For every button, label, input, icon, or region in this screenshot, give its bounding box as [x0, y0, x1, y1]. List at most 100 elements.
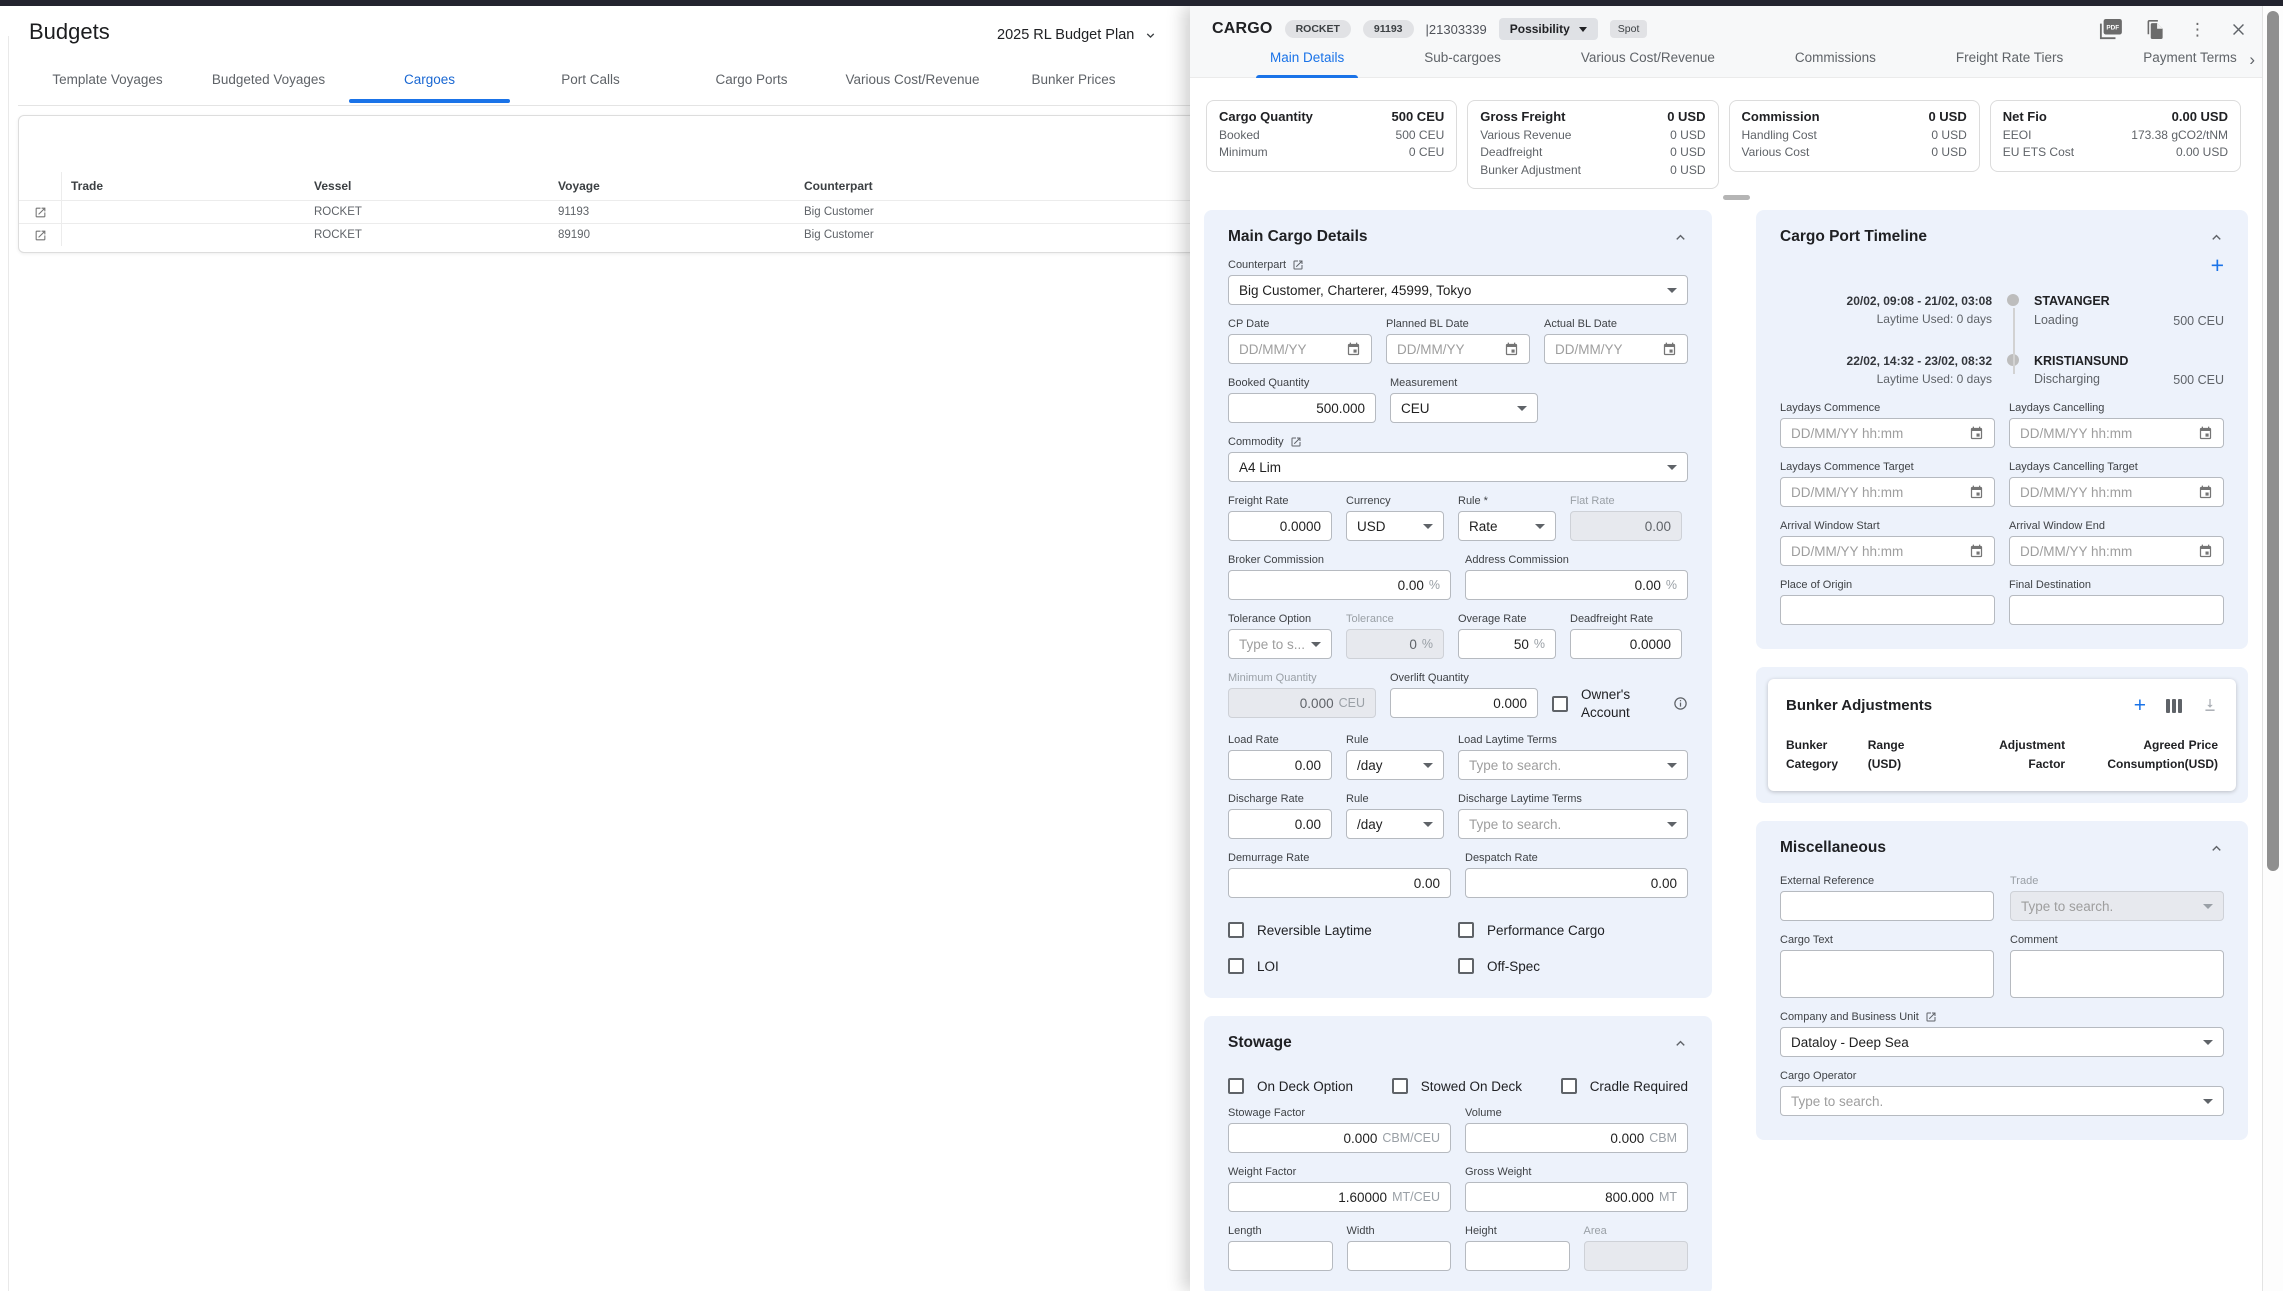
- checkbox[interactable]: [1458, 922, 1474, 938]
- tab-bunker-prices[interactable]: Bunker Prices: [993, 72, 1154, 101]
- despatch-rate-input[interactable]: 0.00: [1465, 868, 1688, 898]
- volume-input[interactable]: 0.000CBM: [1465, 1123, 1688, 1153]
- width-input[interactable]: [1347, 1241, 1452, 1271]
- chevron-up-icon[interactable]: [2209, 841, 2224, 856]
- freight-rate-input[interactable]: 0.0000: [1228, 511, 1332, 541]
- loi-checkbox[interactable]: LOI: [1228, 958, 1458, 974]
- status-dropdown[interactable]: Possibility: [1499, 18, 1598, 40]
- stowage-factor-input[interactable]: 0.000CBM/CEU: [1228, 1123, 1451, 1153]
- resize-drag-handle[interactable]: [1723, 195, 1750, 200]
- laydays-cancelling-target-input[interactable]: DD/MM/YY hh:mm: [2009, 477, 2224, 507]
- column-settings-icon[interactable]: [2166, 699, 2182, 713]
- checkbox[interactable]: [1228, 922, 1244, 938]
- tab-sub-cargoes[interactable]: Sub-cargoes: [1396, 50, 1529, 78]
- tab-cargoes[interactable]: Cargoes: [349, 72, 510, 101]
- company-business-unit-select[interactable]: Dataloy - Deep Sea: [1780, 1027, 2224, 1057]
- chevron-up-icon[interactable]: [1673, 1036, 1688, 1051]
- info-icon[interactable]: [1673, 696, 1688, 711]
- load-laytime-terms-select[interactable]: Type to search.: [1458, 750, 1688, 780]
- download-icon[interactable]: [2202, 697, 2218, 714]
- final-destination-input[interactable]: [2009, 595, 2224, 625]
- export-pdf-icon[interactable]: PDF: [2098, 19, 2122, 40]
- checkbox[interactable]: [1228, 958, 1244, 974]
- overage-rate-input[interactable]: 50%: [1458, 629, 1556, 659]
- external-reference-input[interactable]: [1780, 891, 1994, 921]
- weight-factor-input[interactable]: 1.60000MT/CEU: [1228, 1182, 1451, 1212]
- length-input[interactable]: [1228, 1241, 1333, 1271]
- add-port-call-button[interactable]: +: [2211, 254, 2224, 277]
- calendar-icon[interactable]: [2198, 485, 2213, 500]
- counterpart-select[interactable]: Big Customer, Charterer, 45999, Tokyo: [1228, 275, 1688, 305]
- place-of-origin-input[interactable]: [1780, 595, 1995, 625]
- copy-icon[interactable]: [2146, 19, 2165, 40]
- load-rate-input[interactable]: 0.00: [1228, 750, 1332, 780]
- commodity-select[interactable]: A4 Lim: [1228, 452, 1688, 482]
- budget-plan-selector[interactable]: 2025 RL Budget Plan: [997, 27, 1157, 43]
- tolerance-option-select[interactable]: Type to s...: [1228, 629, 1332, 659]
- actual-bl-date-input[interactable]: DD/MM/YY: [1544, 334, 1688, 364]
- checkbox[interactable]: [1552, 696, 1568, 712]
- currency-select[interactable]: USD: [1346, 511, 1444, 541]
- stowed-on-deck-checkbox[interactable]: Stowed On Deck: [1392, 1078, 1522, 1094]
- discharge-rate-input[interactable]: 0.00: [1228, 809, 1332, 839]
- tab-various-cost-revenue[interactable]: Various Cost/Revenue: [1553, 50, 1743, 78]
- chevron-up-icon[interactable]: [1673, 230, 1688, 245]
- load-rule-select[interactable]: /day: [1346, 750, 1444, 780]
- arrival-window-end-input[interactable]: DD/MM/YY hh:mm: [2009, 536, 2224, 566]
- broker-commission-input[interactable]: 0.00%: [1228, 570, 1451, 600]
- cradle-required-checkbox[interactable]: Cradle Required: [1561, 1078, 1688, 1094]
- scrollbar-thumb[interactable]: [2267, 11, 2279, 871]
- measurement-select[interactable]: CEU: [1390, 393, 1538, 423]
- tabs-overflow-chevron-right-icon[interactable]: ›: [2249, 51, 2255, 68]
- address-commission-input[interactable]: 0.00%: [1465, 570, 1688, 600]
- discharge-laytime-terms-select[interactable]: Type to search.: [1458, 809, 1688, 839]
- open-cargo-icon[interactable]: [19, 201, 62, 223]
- calendar-icon[interactable]: [1969, 485, 1984, 500]
- calendar-icon[interactable]: [1969, 426, 1984, 441]
- discharge-rule-select[interactable]: /day: [1346, 809, 1444, 839]
- timeline-entry[interactable]: 22/02, 14:32 - 23/02, 08:32 Laytime Used…: [1780, 352, 2224, 390]
- tab-various-cost-revenue[interactable]: Various Cost/Revenue: [832, 72, 993, 101]
- calendar-icon[interactable]: [1346, 342, 1361, 357]
- tab-template-voyages[interactable]: Template Voyages: [27, 72, 188, 101]
- checkbox[interactable]: [1392, 1078, 1408, 1094]
- cargo-text-textarea[interactable]: [1780, 950, 1994, 998]
- calendar-icon[interactable]: [2198, 426, 2213, 441]
- add-bunker-adjustment-button[interactable]: +: [2134, 695, 2146, 716]
- checkbox[interactable]: [1561, 1078, 1577, 1094]
- on-deck-option-checkbox[interactable]: On Deck Option: [1228, 1078, 1353, 1094]
- open-in-new-icon[interactable]: [1290, 436, 1302, 448]
- deadfreight-rate-input[interactable]: 0.0000: [1570, 629, 1682, 659]
- close-icon[interactable]: [2230, 21, 2247, 38]
- calendar-icon[interactable]: [1504, 342, 1519, 357]
- comment-textarea[interactable]: [2010, 950, 2224, 998]
- performance-cargo-checkbox[interactable]: Performance Cargo: [1458, 922, 1688, 938]
- overlift-quantity-input[interactable]: 0.000: [1390, 688, 1538, 718]
- laydays-commence-target-input[interactable]: DD/MM/YY hh:mm: [1780, 477, 1995, 507]
- chevron-up-icon[interactable]: [2209, 230, 2224, 245]
- tab-port-calls[interactable]: Port Calls: [510, 72, 671, 101]
- tab-main-details[interactable]: Main Details: [1242, 50, 1372, 78]
- table-row[interactable]: ROCKET 91193 Big Customer: [19, 200, 1202, 223]
- calendar-icon[interactable]: [1969, 544, 1984, 559]
- laydays-commence-input[interactable]: DD/MM/YY hh:mm: [1780, 418, 1995, 448]
- arrival-window-start-input[interactable]: DD/MM/YY hh:mm: [1780, 536, 1995, 566]
- cp-date-input[interactable]: DD/MM/YY: [1228, 334, 1372, 364]
- tab-commissions[interactable]: Commissions: [1767, 50, 1904, 78]
- tab-payment-terms[interactable]: Payment Terms: [2115, 50, 2265, 78]
- panel-scrollbar[interactable]: [2262, 6, 2283, 1291]
- open-in-new-icon[interactable]: [1925, 1011, 1937, 1023]
- cargo-operator-select[interactable]: Type to search.: [1780, 1086, 2224, 1116]
- open-in-new-icon[interactable]: [1292, 259, 1304, 271]
- open-cargo-icon[interactable]: [19, 224, 62, 246]
- planned-bl-date-input[interactable]: DD/MM/YY: [1386, 334, 1530, 364]
- height-input[interactable]: [1465, 1241, 1570, 1271]
- tab-budgeted-voyages[interactable]: Budgeted Voyages: [188, 72, 349, 101]
- rule-select[interactable]: Rate: [1458, 511, 1556, 541]
- gross-weight-input[interactable]: 800.000MT: [1465, 1182, 1688, 1212]
- off-spec-checkbox[interactable]: Off-Spec: [1458, 958, 1688, 974]
- checkbox[interactable]: [1228, 1078, 1244, 1094]
- laydays-cancelling-input[interactable]: DD/MM/YY hh:mm: [2009, 418, 2224, 448]
- tab-cargo-ports[interactable]: Cargo Ports: [671, 72, 832, 101]
- table-row[interactable]: ROCKET 89190 Big Customer: [19, 223, 1202, 246]
